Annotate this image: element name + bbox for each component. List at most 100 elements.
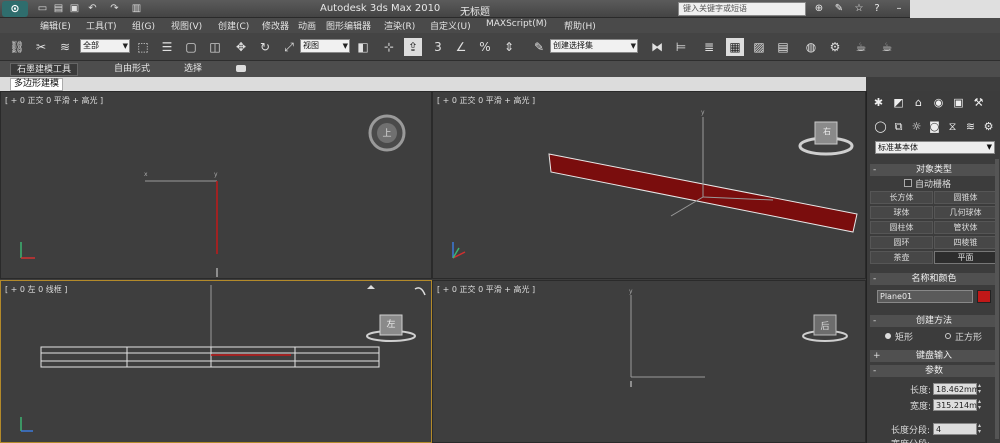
search-input[interactable]: 键入关键字或短语 (678, 2, 806, 16)
radio-rectangle[interactable] (885, 333, 891, 339)
menu-animation[interactable]: 动画 (298, 19, 316, 32)
geometry-icon[interactable]: ◯ (873, 119, 888, 134)
menu-group[interactable]: 组(G) (132, 19, 155, 32)
undo-icon[interactable]: ↶ (86, 2, 99, 15)
material-editor-icon[interactable]: ◍ (802, 38, 820, 56)
window-crossing-icon[interactable]: ◫ (206, 38, 224, 56)
rollout-parameters[interactable]: - 参数 (870, 365, 998, 377)
viewport-front[interactable]: [ + 0 正交 0 平滑 + 高光 ] y 后 (432, 280, 866, 443)
width-spinner[interactable]: ▴ ▾ (978, 399, 984, 411)
graphite-toggle-icon[interactable]: ▦ (726, 38, 744, 56)
create-tab-icon[interactable]: ✱ (871, 95, 886, 110)
modify-tab-icon[interactable]: ◩ (891, 95, 906, 110)
btn-teapot[interactable]: 茶壶 (870, 251, 933, 264)
tab-selection[interactable]: 选择 (178, 63, 208, 76)
viewport-perspective[interactable]: [ + 0 正交 0 平滑 + 高光 ] y 右 (432, 91, 866, 279)
utilities-tab-icon[interactable]: ⚒ (971, 95, 986, 110)
btn-cone[interactable]: 圆锥体 (934, 191, 997, 204)
align-icon[interactable]: ⊨ (672, 38, 690, 56)
ref-coord-select[interactable]: 视图 ▼ (300, 39, 350, 53)
spacewarps-icon[interactable]: ≋ (963, 119, 978, 134)
select-object-icon[interactable]: ⬚ (134, 38, 152, 56)
radio-square[interactable] (945, 333, 951, 339)
length-spinner[interactable]: ▴ ▾ (978, 383, 984, 395)
edit-named-selection-icon[interactable]: ✎ (530, 38, 548, 56)
rollout-name-color[interactable]: - 名称和颜色 (870, 273, 998, 285)
render-setup-icon[interactable]: ⚙ (826, 38, 844, 56)
selection-filter-select[interactable]: 全部 ▼ (80, 39, 130, 53)
redo-icon[interactable]: ↷ (108, 2, 121, 15)
menu-edit[interactable]: 编辑(E) (40, 19, 71, 32)
tab-graphite-modeling[interactable]: 石墨建模工具 (10, 63, 79, 76)
named-selection-select[interactable]: 创建选择集 ▼ (550, 39, 638, 53)
curve-editor-icon[interactable]: ▨ (750, 38, 768, 56)
width-field[interactable]: 315.214m (933, 399, 977, 411)
cameras-icon[interactable]: ◙ (927, 119, 942, 134)
new-file-icon[interactable]: ▭ (36, 2, 49, 15)
rollout-object-type[interactable]: - 对象类型 (870, 164, 998, 176)
rendered-frame-icon[interactable]: ☕ (852, 38, 870, 56)
open-file-icon[interactable]: ▤ (52, 2, 65, 15)
viewport-left[interactable]: [ + 0 左 0 线框 ] 左 (0, 280, 432, 443)
project-folder-icon[interactable]: ▥ (130, 2, 143, 15)
viewcube[interactable]: 右 (821, 126, 833, 137)
communication-icon[interactable]: ✎ (832, 2, 846, 16)
lights-icon[interactable]: ☼ (909, 119, 924, 134)
btn-tube[interactable]: 管状体 (934, 221, 997, 234)
app-logo-icon[interactable]: ⊙ (2, 1, 28, 17)
length-segs-field[interactable]: 4 (933, 423, 977, 435)
quick-render-icon[interactable]: ☕ (878, 38, 896, 56)
menu-customize[interactable]: 自定义(U) (430, 19, 471, 32)
object-color-swatch[interactable] (977, 290, 991, 303)
btn-box[interactable]: 长方体 (870, 191, 933, 204)
shapes-icon[interactable]: ⧉ (891, 119, 906, 134)
rollout-keyboard-entry[interactable]: + 键盘输入 (870, 350, 998, 362)
scale-icon[interactable]: ⤢ (280, 38, 298, 56)
viewcube[interactable]: 左 (385, 317, 397, 330)
object-name-field[interactable]: Plane01 (877, 290, 973, 303)
snap-toggle-icon[interactable]: 3 (432, 38, 444, 56)
viewcube[interactable]: 后 (819, 319, 831, 332)
hierarchy-tab-icon[interactable]: ⌂ (911, 95, 926, 110)
angle-snap-icon[interactable]: ∠ (452, 38, 470, 56)
layer-manager-icon[interactable]: ≣ (700, 38, 718, 56)
btn-plane[interactable]: 平面 (934, 251, 997, 264)
mirror-icon[interactable]: ⧓ (648, 38, 666, 56)
length-segs-spinner[interactable]: ▴ ▾ (978, 423, 984, 435)
keyboard-shortcut-icon[interactable]: ⇪ (404, 38, 422, 56)
menu-create[interactable]: 创建(C) (218, 19, 249, 32)
rollout-creation-method[interactable]: - 创建方法 (870, 315, 998, 327)
panel-scrollbar[interactable] (995, 159, 999, 439)
link-icon[interactable]: ⛓ (8, 38, 26, 56)
pivot-center-icon[interactable]: ◧ (354, 38, 372, 56)
select-by-name-icon[interactable]: ☰ (158, 38, 176, 56)
ribbon-options-icon[interactable] (236, 65, 246, 72)
btn-geosphere[interactable]: 几何球体 (934, 206, 997, 219)
menu-modifiers[interactable]: 修改器 (262, 19, 289, 32)
btn-sphere[interactable]: 球体 (870, 206, 933, 219)
rect-selection-icon[interactable]: ▢ (182, 38, 200, 56)
binoculars-icon[interactable]: ⊕ (812, 2, 826, 16)
menu-maxscript[interactable]: MAXScript(M) (486, 19, 547, 29)
menu-views[interactable]: 视图(V) (171, 19, 202, 32)
motion-tab-icon[interactable]: ◉ (931, 95, 946, 110)
unlink-icon[interactable]: ✂ (32, 38, 50, 56)
menu-help[interactable]: 帮助(H) (564, 19, 596, 32)
percent-snap-icon[interactable]: % (476, 38, 494, 56)
autogrid-checkbox[interactable] (904, 179, 912, 187)
help-icon[interactable]: ? (870, 2, 884, 16)
category-select[interactable]: 标准基本体 ▼ (875, 141, 995, 154)
btn-pyramid[interactable]: 四棱锥 (934, 236, 997, 249)
minimize-icon[interactable]: – (892, 2, 906, 16)
tab-freeform[interactable]: 自由形式 (108, 63, 156, 76)
menu-tools[interactable]: 工具(T) (86, 19, 117, 32)
viewcube[interactable]: 上 (381, 126, 393, 139)
menu-graph-editors[interactable]: 图形编辑器 (326, 19, 371, 32)
manipulate-icon[interactable]: ⊹ (380, 38, 398, 56)
rotate-icon[interactable]: ↻ (256, 38, 274, 56)
length-field[interactable]: 18.462mm (933, 383, 980, 395)
viewport-top[interactable]: [ + 0 正交 0 平滑 + 高光 ] x y 上 (0, 91, 432, 279)
systems-icon[interactable]: ⚙ (981, 119, 996, 134)
display-tab-icon[interactable]: ▣ (951, 95, 966, 110)
bind-spacewarp-icon[interactable]: ≋ (56, 38, 74, 56)
